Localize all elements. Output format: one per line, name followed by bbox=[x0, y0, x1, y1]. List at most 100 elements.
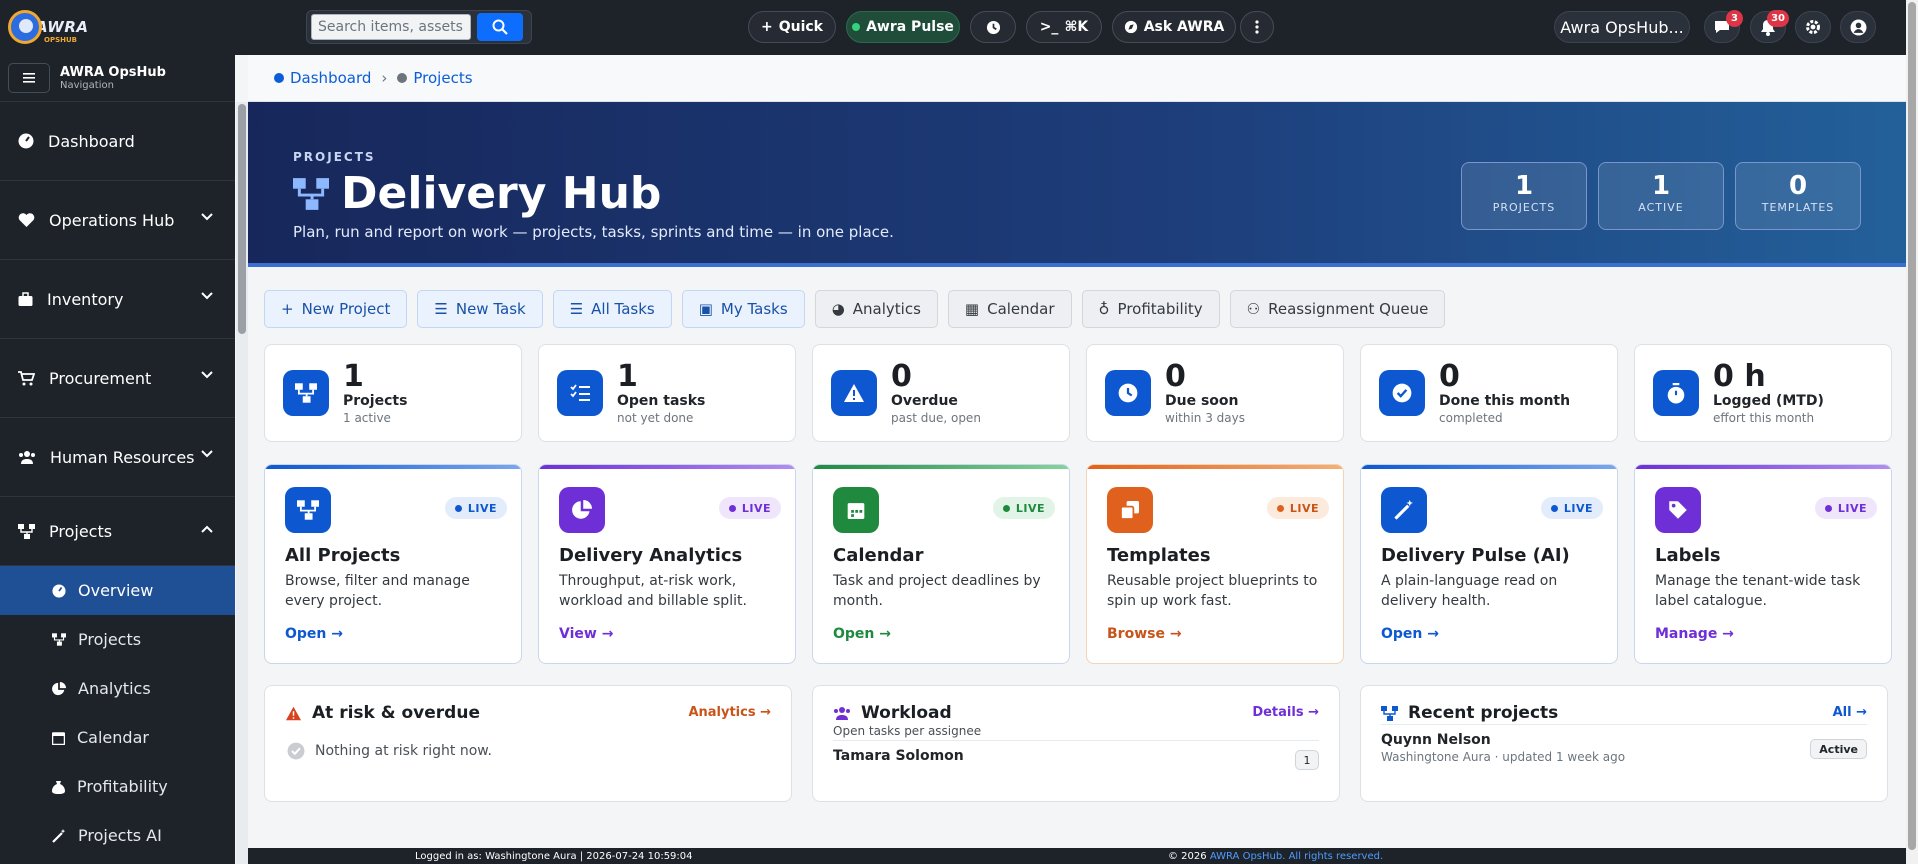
breadcrumb: Dashboard › Projects bbox=[248, 55, 1906, 102]
awra-pulse-button[interactable]: Awra Pulse bbox=[846, 11, 960, 43]
sidebar-item-operations-hub[interactable]: Operations Hub bbox=[0, 181, 235, 260]
details-link[interactable]: Details → bbox=[1252, 705, 1319, 720]
command-palette-button[interactable]: >_ ⌘K bbox=[1026, 11, 1102, 43]
analytics-button[interactable]: ◕ Analytics bbox=[814, 290, 938, 328]
sidebar-subitem-projects[interactable]: Projects bbox=[0, 615, 235, 664]
sidebar-subitem-analytics[interactable]: Analytics bbox=[0, 664, 235, 713]
panel-title: Workload bbox=[833, 703, 952, 723]
analytics-link[interactable]: Analytics → bbox=[688, 705, 771, 720]
sidebar: AWRA OpsHub Navigation Dashboard Operati… bbox=[0, 55, 235, 864]
list-check-icon bbox=[557, 370, 603, 416]
breadcrumb-projects[interactable]: Projects bbox=[397, 69, 473, 87]
sidebar-scrollbar[interactable] bbox=[236, 102, 248, 864]
my-tasks-button[interactable]: ▣ My Tasks bbox=[681, 290, 805, 328]
sidebar-subitem-label: Calendar bbox=[77, 728, 149, 747]
sidebar-subitem-overview[interactable]: Overview bbox=[0, 566, 235, 615]
feature-card-delivery-analytics[interactable]: LIVE Delivery Analytics Throughput, at-r… bbox=[538, 464, 796, 664]
live-dot bbox=[1824, 504, 1832, 512]
logo-subtext: OPSHUB bbox=[44, 36, 78, 44]
feature-link-open[interactable]: Open → bbox=[1381, 626, 1439, 642]
more-menu-button[interactable] bbox=[1240, 11, 1274, 43]
breadcrumb-dashboard[interactable]: Dashboard bbox=[274, 69, 371, 87]
feature-card-labels[interactable]: LIVE Labels Manage the tenant-wide task … bbox=[1634, 464, 1892, 664]
tenant-switcher[interactable]: Awra OpsHub... bbox=[1554, 11, 1690, 43]
sidebar-scroll-thumb[interactable] bbox=[238, 104, 246, 334]
sidebar-subitem-profitability[interactable]: Profitability bbox=[0, 762, 235, 811]
page-scrollbar[interactable] bbox=[1906, 0, 1918, 864]
calendar-icon: ▦ bbox=[964, 300, 980, 318]
reassignment-queue-button[interactable]: ⚇ Reassignment Queue bbox=[1229, 290, 1446, 328]
feature-card-templates[interactable]: LIVE Templates Reusable project blueprin… bbox=[1086, 464, 1344, 664]
project-diagram-icon bbox=[52, 633, 66, 646]
search-input[interactable] bbox=[311, 14, 471, 40]
action-label: My Tasks bbox=[720, 300, 788, 318]
sidebar-item-human-resources[interactable]: Human Resources bbox=[0, 418, 235, 497]
ask-awra-button[interactable]: Ask AWRA bbox=[1112, 11, 1236, 43]
warning-icon bbox=[831, 370, 877, 416]
sidebar-item-projects[interactable]: Projects bbox=[0, 497, 235, 566]
feature-link-view[interactable]: View → bbox=[559, 626, 613, 642]
footer-copyright: © 2026 AWRA OpsHub. All rights reserved. bbox=[1168, 851, 1383, 862]
gauge-icon bbox=[52, 583, 66, 598]
pulse-label: Awra Pulse bbox=[866, 19, 954, 35]
feature-link-open[interactable]: Open → bbox=[833, 626, 891, 642]
profile-button[interactable] bbox=[1840, 11, 1876, 43]
feature-card-all-projects[interactable]: LIVE All Projects Browse, filter and man… bbox=[264, 464, 522, 664]
new-task-button[interactable]: ☰ New Task bbox=[417, 290, 543, 328]
footer-brand-link[interactable]: AWRA OpsHub bbox=[1210, 851, 1282, 862]
history-button[interactable] bbox=[970, 11, 1016, 43]
feature-card-calendar[interactable]: LIVE Calendar Task and project deadlines… bbox=[812, 464, 1070, 664]
footer-rights: . All rights reserved. bbox=[1282, 851, 1384, 862]
users-icon bbox=[19, 451, 35, 464]
calendar-button[interactable]: ▦ Calendar bbox=[947, 290, 1072, 328]
live-badge: LIVE bbox=[718, 497, 781, 519]
status-badge: Active bbox=[1810, 739, 1867, 759]
live-badge: LIVE bbox=[1814, 497, 1877, 519]
action-label: Profitability bbox=[1117, 300, 1203, 318]
profitability-button[interactable]: ♁ Profitability bbox=[1081, 290, 1220, 328]
settings-button[interactable] bbox=[1795, 11, 1831, 43]
check-circle-icon bbox=[287, 742, 305, 760]
all-projects-link[interactable]: All → bbox=[1833, 705, 1867, 720]
compass-icon bbox=[1124, 20, 1137, 34]
pie-chart-icon bbox=[52, 681, 66, 695]
sidebar-item-label: Operations Hub bbox=[49, 210, 175, 230]
feature-card-delivery-pulse[interactable]: LIVE Delivery Pulse (AI) A plain-languag… bbox=[1360, 464, 1618, 664]
sidebar-item-procurement[interactable]: Procurement bbox=[0, 339, 235, 418]
plus-icon: + bbox=[760, 19, 773, 35]
feature-link-browse[interactable]: Browse → bbox=[1107, 626, 1182, 642]
new-project-button[interactable]: + New Project bbox=[264, 290, 408, 328]
footer-copyright-year: © 2026 bbox=[1168, 851, 1207, 862]
page-scroll-thumb[interactable] bbox=[1908, 2, 1916, 850]
stat-label: Overdue bbox=[891, 393, 958, 409]
stat-sublabel: 1 active bbox=[343, 411, 391, 425]
breadcrumb-label: Dashboard bbox=[290, 69, 372, 87]
hero-stat-label: PROJECTS bbox=[1492, 201, 1556, 214]
all-tasks-button[interactable]: ☰ All Tasks bbox=[552, 290, 672, 328]
calendar-icon bbox=[833, 487, 879, 533]
messages-button[interactable]: 3 bbox=[1704, 10, 1743, 43]
feature-title: Delivery Analytics bbox=[559, 545, 743, 566]
chevron-down-icon bbox=[201, 450, 213, 458]
live-dot bbox=[454, 504, 462, 512]
sidebar-subitem-label: Projects AI bbox=[78, 826, 162, 845]
hero-subtitle: Plan, run and report on work — projects,… bbox=[293, 223, 894, 241]
sidebar-toggle-button[interactable] bbox=[8, 63, 50, 93]
sidebar-item-dashboard[interactable]: Dashboard bbox=[0, 102, 235, 181]
notifications-button[interactable]: 30 bbox=[1750, 10, 1789, 43]
sidebar-item-inventory[interactable]: Inventory bbox=[0, 260, 235, 339]
sidebar-subitem-calendar[interactable]: Calendar bbox=[0, 713, 235, 762]
feature-link-open[interactable]: Open → bbox=[285, 626, 343, 642]
quick-button[interactable]: + Quick bbox=[748, 11, 836, 43]
project-diagram-icon bbox=[285, 487, 331, 533]
feature-link-manage[interactable]: Manage → bbox=[1655, 626, 1734, 642]
sidebar-item-label: Dashboard bbox=[48, 131, 135, 151]
live-label: LIVE bbox=[1289, 501, 1319, 515]
sidebar-header: AWRA OpsHub Navigation bbox=[0, 55, 235, 102]
logo[interactable]: AWRA OPSHUB bbox=[8, 8, 90, 46]
at-risk-panel: At risk & overdue Analytics → Nothing at… bbox=[264, 685, 792, 802]
search-button[interactable] bbox=[477, 13, 523, 41]
empty-state: Nothing at risk right now. bbox=[287, 742, 492, 760]
project-name[interactable]: Quynn Nelson bbox=[1381, 732, 1491, 748]
sidebar-subitem-projects-ai[interactable]: Projects AI bbox=[0, 811, 235, 860]
